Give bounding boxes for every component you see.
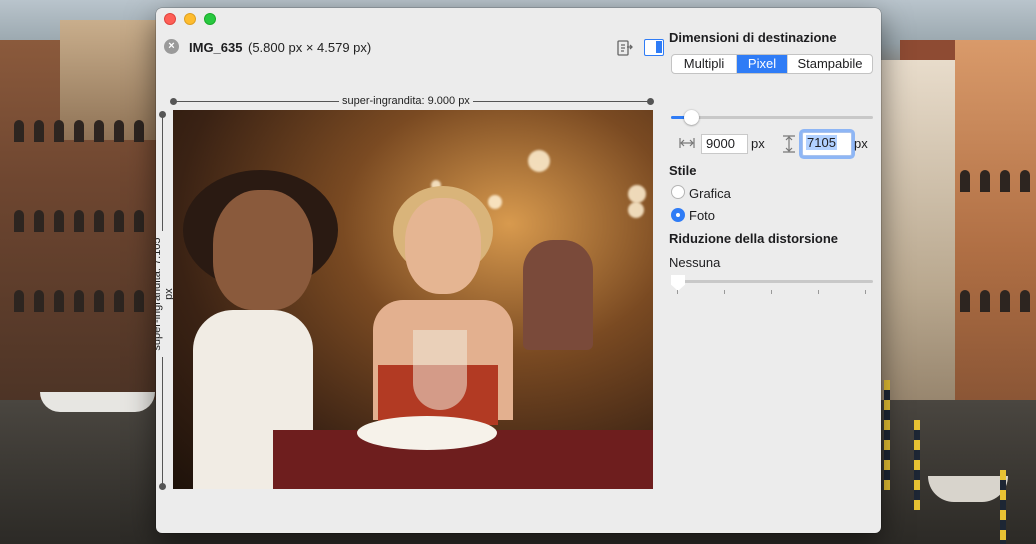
scale-slider[interactable] bbox=[671, 110, 873, 125]
wallpaper-boat bbox=[40, 392, 155, 412]
wallpaper-pole bbox=[884, 380, 890, 490]
distortion-title: Riduzione della distorsione bbox=[669, 231, 839, 246]
window-close-button[interactable] bbox=[164, 13, 176, 25]
height-arrows-icon bbox=[783, 135, 795, 153]
window-zoom-button[interactable] bbox=[204, 13, 216, 25]
radio-foto[interactable] bbox=[671, 208, 685, 222]
photo-plate bbox=[357, 416, 497, 450]
window-minimize-button[interactable] bbox=[184, 13, 196, 25]
slider-tick bbox=[818, 290, 819, 294]
photo-bokeh bbox=[628, 202, 644, 218]
height-input[interactable]: 7105 bbox=[802, 132, 852, 156]
radio-foto-label[interactable]: Foto bbox=[689, 208, 715, 223]
segment-multipli[interactable]: Multipli bbox=[672, 55, 737, 73]
height-unit: px bbox=[854, 136, 868, 151]
photo-person-right-face bbox=[405, 198, 481, 294]
radio-grafica-label[interactable]: Grafica bbox=[689, 186, 731, 201]
slider-tick bbox=[724, 290, 725, 294]
photo-bokeh bbox=[488, 195, 502, 209]
height-input-value: 7105 bbox=[806, 135, 837, 150]
close-circle-icon[interactable]: × bbox=[164, 39, 179, 54]
width-input[interactable]: 9000 bbox=[701, 134, 748, 154]
distortion-value: Nessuna bbox=[669, 255, 721, 270]
file-dimensions: (5.800 px × 4.579 px) bbox=[248, 40, 372, 55]
segment-pixel[interactable]: Pixel bbox=[737, 55, 787, 73]
photo-bokeh bbox=[628, 185, 646, 203]
distortion-slider[interactable] bbox=[671, 275, 873, 291]
photo-background-person bbox=[523, 240, 593, 350]
app-window: × IMG_635 (5.800 px × 4.579 px) super-in… bbox=[156, 8, 881, 533]
wallpaper-building-right-far bbox=[955, 40, 1036, 460]
target-dimensions-title: Dimensioni di destinazione bbox=[669, 30, 837, 45]
photo-person-left-face bbox=[213, 190, 313, 310]
wallpaper-windows bbox=[960, 170, 1036, 192]
width-arrows-icon bbox=[679, 138, 695, 148]
wallpaper-windows bbox=[14, 120, 144, 142]
width-ruler-label: super-ingrandita: 9.000 px bbox=[339, 95, 473, 107]
wallpaper-pole bbox=[1000, 470, 1006, 544]
image-preview[interactable] bbox=[173, 110, 653, 489]
radio-grafica[interactable] bbox=[671, 185, 685, 199]
file-name: IMG_635 bbox=[189, 40, 243, 55]
window-controls bbox=[164, 13, 216, 25]
sidebar-toggle-icon[interactable] bbox=[644, 39, 664, 56]
photo-wine-glass bbox=[413, 330, 467, 410]
unit-segmented-control: Multipli Pixel Stampabile bbox=[671, 54, 873, 74]
wallpaper-windows bbox=[14, 290, 144, 312]
width-unit: px bbox=[751, 136, 765, 151]
export-settings-icon[interactable] bbox=[615, 38, 635, 58]
wallpaper-pole bbox=[914, 420, 920, 510]
distortion-slider-knob[interactable] bbox=[671, 275, 685, 291]
scale-slider-knob[interactable] bbox=[684, 110, 699, 125]
segment-stampabile[interactable]: Stampabile bbox=[787, 55, 872, 73]
style-title: Stile bbox=[669, 163, 697, 178]
slider-tick bbox=[865, 290, 866, 294]
slider-tick bbox=[677, 290, 678, 294]
slider-tick bbox=[771, 290, 772, 294]
wallpaper-windows bbox=[14, 210, 144, 232]
wallpaper-building-right bbox=[880, 60, 960, 440]
photo-bokeh bbox=[528, 150, 550, 172]
wallpaper-windows bbox=[960, 290, 1036, 312]
